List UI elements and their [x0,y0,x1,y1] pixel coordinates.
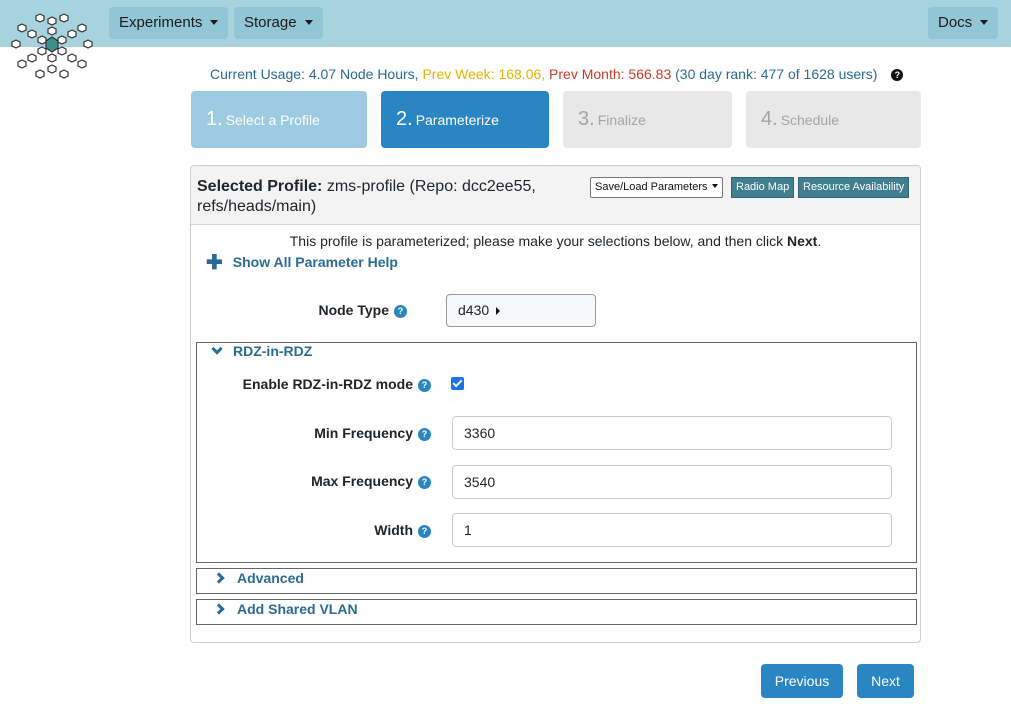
storage-menu-button[interactable]: Storage [234,7,323,39]
question-circle-icon[interactable]: ? [394,305,407,318]
selected-profile-title: Selected Profile: zms-profile (Repo: dcc… [197,177,577,217]
next-button[interactable]: Next [857,664,914,698]
experiments-menu-button[interactable]: Experiments [109,7,229,39]
node-type-label: Node Type? [318,302,407,318]
current-usage-text: Current Usage: 4.07 Node Hours, [210,66,419,82]
max-frequency-label-text: Max Frequency [311,473,413,489]
step-parameterize[interactable]: 2. Parameterize [381,91,549,148]
caret-down-icon [304,20,313,25]
top-navbar: Experiments Storage Docs [0,0,1011,47]
enable-rdz-label: Enable RDZ-in-RDZ mode? [243,376,431,392]
step-number: 2. [396,108,413,130]
show-all-parameter-help-link[interactable]: ✚ Show All Parameter Help [206,250,398,275]
enable-rdz-checkbox[interactable] [451,377,464,390]
question-circle-icon[interactable]: ? [418,428,431,441]
caret-down-icon [980,20,989,25]
rdz-in-rdz-section: RDZ-in-RDZ Enable RDZ-in-RDZ mode? Min F… [196,342,917,563]
caret-down-icon [210,20,219,25]
step-finalize: 3. Finalize [563,91,732,148]
step-label: Select a Profile [225,112,320,128]
chevron-right-icon [213,603,225,615]
selected-profile-label: Selected Profile: [197,178,323,195]
save-load-label: Save/Load Parameters [595,181,708,193]
step-label: Finalize [597,112,646,128]
width-label-text: Width [374,522,413,538]
step-select-profile[interactable]: 1. Select a Profile [191,91,367,148]
storage-menu-label: Storage [244,14,297,31]
plus-icon: ✚ [206,252,223,274]
intro-sentence: This profile is parameterized; please ma… [289,233,784,249]
step-label: Schedule [780,112,840,128]
add-shared-vlan-toggle[interactable]: Add Shared VLAN [213,601,358,617]
question-circle-icon[interactable]: ? [891,69,904,81]
docs-menu-label: Docs [938,14,973,31]
width-input[interactable]: 1 [452,513,892,547]
step-number: 1. [206,108,223,130]
step-label: Parameterize [415,112,499,128]
intro-text: This profile is parameterized; please ma… [191,233,920,249]
resource-availability-button[interactable]: Resource Availability [798,177,910,198]
intro-next-word: Next [787,233,818,249]
step-number: 4. [761,108,778,130]
save-load-parameters-button[interactable]: Save/Load Parameters [590,177,723,198]
rdz-in-rdz-title: RDZ-in-RDZ [233,343,313,359]
min-frequency-label: Min Frequency? [314,425,431,441]
caret-down-icon [711,184,718,188]
add-shared-vlan-title: Add Shared VLAN [237,601,358,617]
question-circle-icon[interactable]: ? [418,525,431,538]
node-type-value: d430 [458,302,490,318]
rank-text: (30 day rank: 477 of 1628 users) [675,66,878,82]
experiments-menu-label: Experiments [119,14,203,31]
min-frequency-input[interactable]: 3360 [452,416,892,450]
node-type-dropdown[interactable]: d430 [446,294,596,327]
advanced-toggle[interactable]: Advanced [213,570,304,586]
caret-right-icon [496,307,501,315]
min-frequency-label-text: Min Frequency [314,425,413,441]
docs-menu-button[interactable]: Docs [928,7,999,39]
enable-rdz-label-text: Enable RDZ-in-RDZ mode [242,376,413,392]
intro-period: . [817,233,822,249]
question-circle-icon[interactable]: ? [418,476,431,489]
question-circle-icon[interactable]: ? [418,379,431,392]
advanced-title: Advanced [237,570,304,586]
max-frequency-input[interactable]: 3540 [452,465,892,499]
previous-button[interactable]: Previous [761,664,843,698]
rdz-in-rdz-toggle[interactable]: RDZ-in-RDZ [211,343,313,359]
add-shared-vlan-section: Add Shared VLAN [196,599,917,625]
snowflake-logo-icon[interactable] [10,10,94,84]
step-number: 3. [578,108,595,130]
step-schedule: 4. Schedule [746,91,921,148]
max-frequency-label: Max Frequency? [311,473,431,489]
prev-week-text: Prev Week: 168.06, [422,66,546,82]
radio-map-button[interactable]: Radio Map [731,177,795,198]
advanced-section: Advanced [196,568,917,594]
help-link-label: Show All Parameter Help [232,254,398,270]
node-type-label-text: Node Type [318,302,389,318]
panel-header: Selected Profile: zms-profile (Repo: dcc… [191,166,920,225]
chevron-down-icon [211,343,223,355]
prev-month-text: Prev Month: 566.83 [549,66,672,82]
width-label: Width? [374,522,431,538]
usage-summary: Current Usage: 4.07 Node Hours, Prev Wee… [210,66,904,82]
chevron-right-icon [213,572,225,584]
parameter-panel: Selected Profile: zms-profile (Repo: dcc… [190,165,921,643]
